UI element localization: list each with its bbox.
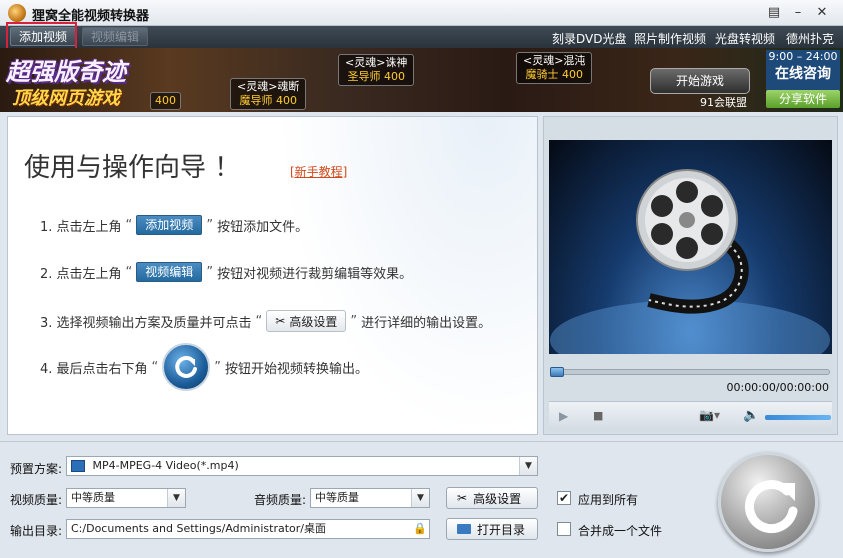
preview-player: 00:00:00/00:00:00 ▶ ■ 📷▾ 🔈 (543, 116, 838, 435)
disc-to-video-link[interactable]: 光盘转视频 (715, 30, 775, 47)
stop-icon[interactable]: ■ (593, 409, 603, 422)
open-dir-button[interactable]: 打开目录 (446, 518, 538, 540)
apply-all-checkbox[interactable]: ✔ (557, 491, 571, 505)
step-1: 1. 点击左上角 “ 添加视频 ” 按钮添加文件。 (40, 215, 308, 235)
start-game-button[interactable]: 开始游戏 (650, 68, 750, 94)
start-convert-button[interactable] (718, 452, 818, 552)
chevron-down-icon: ▼ (411, 489, 429, 507)
folder-icon (457, 524, 471, 534)
banner-title: 超强版奇迹 (6, 58, 126, 86)
folder-icon[interactable]: 🔒 (413, 520, 427, 538)
preset-select[interactable]: MP4-MPEG-4 Video(*.mp4) ▼ (66, 456, 538, 476)
step-4: 4. 最后点击右下角 “ ” 按钮开始视频转换输出。 (40, 343, 368, 391)
video-quality-label: 视频质量: (10, 493, 63, 507)
volume-slider[interactable] (765, 415, 831, 420)
video-preview[interactable] (549, 140, 832, 354)
play-icon[interactable]: ▶ (559, 409, 568, 423)
film-reel-icon (550, 169, 830, 354)
banner-character-tag: <灵魂>魂断 魔导师 400 (230, 78, 307, 110)
photo-video-link[interactable]: 照片制作视频 (634, 30, 706, 47)
edit-video-button[interactable]: 视频编辑 (82, 27, 149, 46)
audio-quality-label: 音频质量: (254, 493, 307, 507)
video-quality-select[interactable]: 中等质量 ▼ (66, 488, 186, 508)
audio-quality-select[interactable]: 中等质量 ▼ (310, 488, 430, 508)
chevron-down-icon: ▼ (167, 489, 185, 507)
convert-sample-button[interactable] (162, 343, 211, 391)
guide-title: 使用与操作向导 ！ (24, 153, 241, 183)
share-software-button[interactable]: 分享软件 (766, 90, 840, 108)
output-dir-label: 输出目录: (10, 524, 63, 538)
app-logo-icon (8, 4, 26, 22)
guide-panel: 使用与操作向导 ！ [新手教程] 1. 点击左上角 “ 添加视频 ” 按钮添加文… (7, 116, 538, 435)
apply-all-label: 应用到所有 (578, 493, 639, 507)
banner-character-tag: <灵魂>混沌 魔骑士 400 (516, 52, 593, 84)
ad-banner[interactable]: 超强版奇迹 顶级网页游戏 400 <灵魂>诛神 圣导师 400 <灵魂>混沌 魔骑士… (0, 48, 843, 112)
banner-level-tag: 400 (150, 92, 181, 110)
seek-bar[interactable] (550, 369, 830, 375)
title-bar: 狸窝全能视频转换器 ▤ – ✕ (0, 0, 843, 26)
scissors-icon: ✂ (275, 314, 286, 328)
scissors-icon: ✂ (457, 491, 468, 505)
add-video-sample-button[interactable]: 添加视频 (136, 215, 203, 235)
timecode: 00:00:00/00:00:00 (726, 381, 829, 394)
player-controls: ▶ ■ 📷▾ 🔈 (549, 401, 832, 431)
advanced-settings-button[interactable]: ✂ 高级设置 (446, 487, 538, 509)
preset-label: 预置方案: (10, 462, 63, 476)
highlight-box (6, 22, 77, 50)
toolbar: 添加视频 视频编辑 刻录DVD光盘 照片制作视频 光盘转视频 德州扑克 (0, 26, 843, 48)
tutorial-link[interactable]: [新手教程] (290, 163, 347, 180)
banner-character-tag: <灵魂>诛神 圣导师 400 (338, 54, 415, 86)
seek-thumb[interactable] (550, 367, 564, 377)
alliance-label: 91会联盟 (700, 96, 747, 109)
online-consult-box[interactable]: 9:00 – 24:00 在线咨询 (766, 50, 840, 90)
step-3: 3. 选择视频输出方案及质量并可点击 “ ✂ 高级设置 ” 进行详细的输出设置。 (40, 310, 491, 332)
advanced-settings-sample-button[interactable]: ✂ 高级设置 (266, 310, 347, 332)
burn-dvd-link[interactable]: 刻录DVD光盘 (552, 30, 626, 47)
step-2: 2. 点击左上角 “ 视频编辑 ” 按钮对视频进行裁剪编辑等效果。 (40, 262, 412, 282)
texas-poker-link[interactable]: 德州扑克 (786, 30, 834, 47)
close-button[interactable]: ✕ (813, 4, 831, 22)
merge-label: 合并成一个文件 (578, 524, 663, 538)
menu-icon[interactable]: ▤ (765, 4, 783, 22)
volume-icon[interactable]: 🔈 (743, 408, 759, 423)
output-dir-input[interactable]: C:/Documents and Settings/Administrator/… (66, 519, 430, 539)
merge-checkbox[interactable] (557, 522, 571, 536)
refresh-icon (175, 355, 198, 378)
banner-subtitle: 顶级网页游戏 (12, 88, 120, 109)
snapshot-icon[interactable]: 📷▾ (699, 408, 720, 422)
refresh-icon (744, 480, 798, 534)
edit-video-sample-button[interactable]: 视频编辑 (136, 262, 203, 282)
minimize-button[interactable]: – (789, 4, 807, 22)
video-format-icon (71, 460, 85, 472)
chevron-down-icon: ▼ (519, 457, 537, 475)
